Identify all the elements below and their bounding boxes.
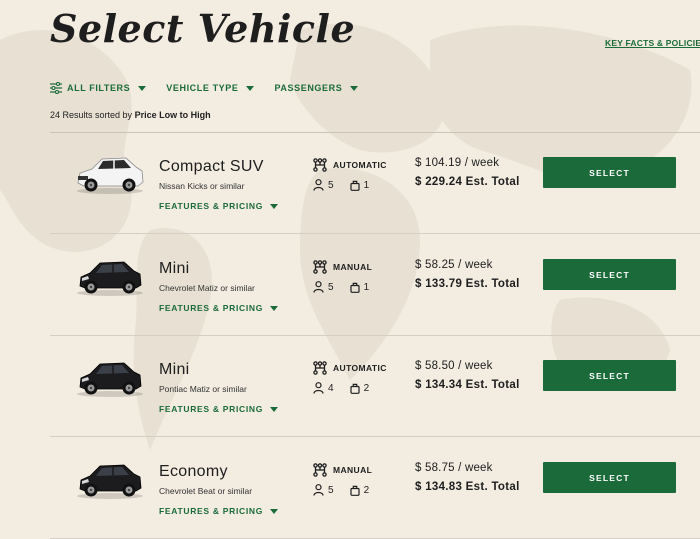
gear-shift-icon: [313, 158, 327, 172]
features-pricing-toggle[interactable]: FEATURES & PRICING: [159, 404, 279, 414]
weekly-price: $ 58.25 / week: [415, 259, 493, 271]
passenger-count: 5: [328, 484, 334, 496]
vehicle-model: Pontiac Matiz or similar: [159, 384, 247, 394]
vehicle-model: Nissan Kicks or similar: [159, 181, 245, 191]
bag-count: 2: [363, 484, 370, 496]
features-pricing-label: FEATURES & PRICING: [159, 506, 264, 516]
car-image: [77, 261, 143, 296]
chevron-down-icon: [270, 305, 279, 311]
transmission-label: MANUAL: [333, 465, 373, 475]
vehicle-row: Mini Chevrolet Matiz or similar FEATURES…: [50, 235, 700, 336]
vehicle-category: Mini: [159, 361, 190, 378]
bag-count: 1: [363, 179, 370, 191]
bag-count: 2: [363, 382, 370, 394]
select-vehicle-page: Select Vehicle KEY FACTS & POLICIES ALL …: [0, 0, 700, 539]
features-pricing-label: FEATURES & PRICING: [159, 404, 264, 414]
bag-icon: [349, 180, 360, 191]
chevron-down-icon: [350, 85, 359, 91]
select-button[interactable]: SELECT: [543, 360, 676, 391]
estimated-total: $ 229.24 Est. Total: [415, 176, 520, 188]
bag-icon: [349, 383, 360, 394]
all-filters-button[interactable]: ALL FILTERS: [50, 82, 147, 94]
chevron-down-icon: [270, 203, 279, 209]
gear-shift-icon: [313, 361, 327, 375]
passenger-count: 5: [328, 179, 334, 191]
estimated-total: $ 134.83 Est. Total: [415, 481, 520, 493]
passengers-label: PASSENGERS: [274, 83, 343, 93]
vehicle-category: Compact SUV: [159, 158, 264, 175]
all-filters-label: ALL FILTERS: [67, 83, 131, 93]
row-divider: [50, 436, 700, 437]
passenger-count: 4: [328, 382, 334, 394]
results-count: 24 Results sorted by: [50, 110, 133, 120]
sliders-icon: [50, 82, 62, 94]
features-pricing-toggle[interactable]: FEATURES & PRICING: [159, 506, 279, 516]
filter-bar: ALL FILTERS VEHICLE TYPE PASSENGERS: [50, 82, 378, 94]
car-image: [77, 157, 144, 194]
row-divider: [50, 233, 700, 234]
vehicle-category: Mini: [159, 260, 190, 277]
transmission-label: AUTOMATIC: [333, 363, 387, 373]
vehicle-row: Compact SUV Nissan Kicks or similar FEAT…: [50, 133, 700, 234]
results-summary: 24 Results sorted by Price Low to High: [50, 110, 211, 120]
vehicle-row: Economy Chevrolet Beat or similar FEATUR…: [50, 438, 700, 539]
transmission-label: AUTOMATIC: [333, 160, 387, 170]
car-image: [77, 464, 143, 499]
features-pricing-toggle[interactable]: FEATURES & PRICING: [159, 201, 279, 211]
person-icon: [313, 382, 324, 394]
estimated-total: $ 134.34 Est. Total: [415, 379, 520, 391]
person-icon: [313, 281, 324, 293]
vehicle-type-label: VEHICLE TYPE: [166, 83, 239, 93]
estimated-total: $ 133.79 Est. Total: [415, 278, 520, 290]
passengers-dropdown[interactable]: PASSENGERS: [274, 83, 359, 93]
select-button[interactable]: SELECT: [543, 157, 676, 188]
gear-shift-icon: [313, 463, 327, 477]
vehicle-model: Chevrolet Matiz or similar: [159, 283, 255, 293]
transmission: MANUAL: [313, 260, 372, 274]
chevron-down-icon: [270, 406, 279, 412]
key-facts-policies-link[interactable]: KEY FACTS & POLICIES: [605, 38, 700, 48]
vehicle-type-dropdown[interactable]: VEHICLE TYPE: [166, 83, 255, 93]
transmission: MANUAL: [313, 463, 372, 477]
capacity-specs: 42: [313, 382, 369, 394]
transmission: AUTOMATIC: [313, 158, 387, 172]
features-pricing-label: FEATURES & PRICING: [159, 303, 264, 313]
chevron-down-icon: [138, 85, 147, 91]
vehicle-category: Economy: [159, 463, 228, 480]
gear-shift-icon: [313, 260, 327, 274]
select-button[interactable]: SELECT: [543, 259, 676, 290]
features-pricing-toggle[interactable]: FEATURES & PRICING: [159, 303, 279, 313]
vehicle-row: Mini Pontiac Matiz or similar FEATURES &…: [50, 336, 700, 437]
page-title: Select Vehicle: [50, 6, 356, 51]
capacity-specs: 51: [313, 179, 369, 191]
transmission-label: MANUAL: [333, 262, 373, 272]
bag-icon: [349, 282, 360, 293]
capacity-specs: 51: [313, 281, 369, 293]
weekly-price: $ 58.75 / week: [415, 462, 493, 474]
sort-order: Price Low to High: [134, 110, 211, 120]
weekly-price: $ 58.50 / week: [415, 360, 493, 372]
transmission: AUTOMATIC: [313, 361, 387, 375]
bag-count: 1: [363, 281, 370, 293]
person-icon: [313, 179, 324, 191]
select-button[interactable]: SELECT: [543, 462, 676, 493]
bag-icon: [349, 485, 360, 496]
chevron-down-icon: [270, 508, 279, 514]
person-icon: [313, 484, 324, 496]
chevron-down-icon: [246, 85, 255, 91]
passenger-count: 5: [328, 281, 334, 293]
car-image: [77, 362, 143, 397]
capacity-specs: 52: [313, 484, 369, 496]
weekly-price: $ 104.19 / week: [415, 157, 500, 169]
vehicle-model: Chevrolet Beat or similar: [159, 486, 253, 496]
features-pricing-label: FEATURES & PRICING: [159, 201, 264, 211]
